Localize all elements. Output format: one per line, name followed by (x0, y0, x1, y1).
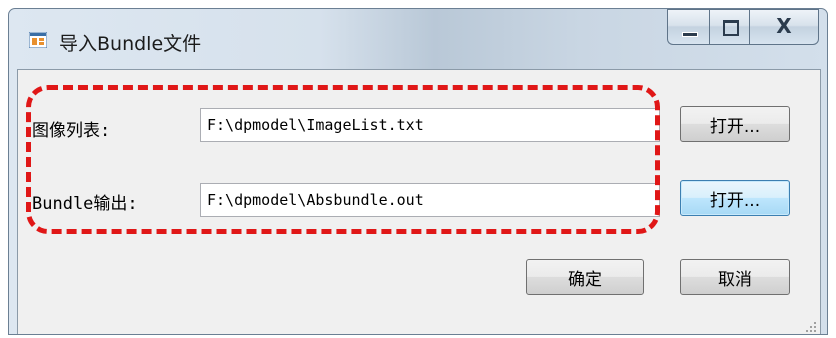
bundle-output-input[interactable]: F:\dpmodel\Absbundle.out (200, 183, 660, 217)
title-bar[interactable]: 导入Bundle文件 X (9, 9, 827, 69)
image-list-input[interactable]: F:\dpmodel\ImageList.txt (200, 108, 660, 142)
image-list-label: 图像列表: (32, 121, 111, 141)
close-icon: X (776, 14, 792, 38)
ok-button[interactable]: 确定 (526, 259, 644, 295)
windows-form-icon (29, 32, 47, 48)
minimize-button[interactable] (667, 9, 709, 45)
close-button[interactable]: X (749, 9, 819, 45)
open-bundle-output-button[interactable]: 打开... (680, 180, 790, 216)
minimize-icon (682, 32, 698, 37)
resize-grip[interactable] (804, 320, 816, 332)
dialog-window: 导入Bundle文件 X 图像列表: F:\dpmodel\ImageList.… (8, 8, 828, 335)
bundle-output-label: Bundle输出: (32, 194, 138, 214)
dialog-body: 图像列表: F:\dpmodel\ImageList.txt 打开... Bun… (17, 69, 821, 334)
window-title: 导入Bundle文件 (59, 33, 202, 55)
cancel-button[interactable]: 取消 (680, 259, 790, 295)
open-image-list-button[interactable]: 打开... (680, 106, 790, 142)
maximize-icon (723, 20, 739, 36)
caption-buttons: X (667, 9, 819, 47)
maximize-button[interactable] (709, 9, 749, 45)
